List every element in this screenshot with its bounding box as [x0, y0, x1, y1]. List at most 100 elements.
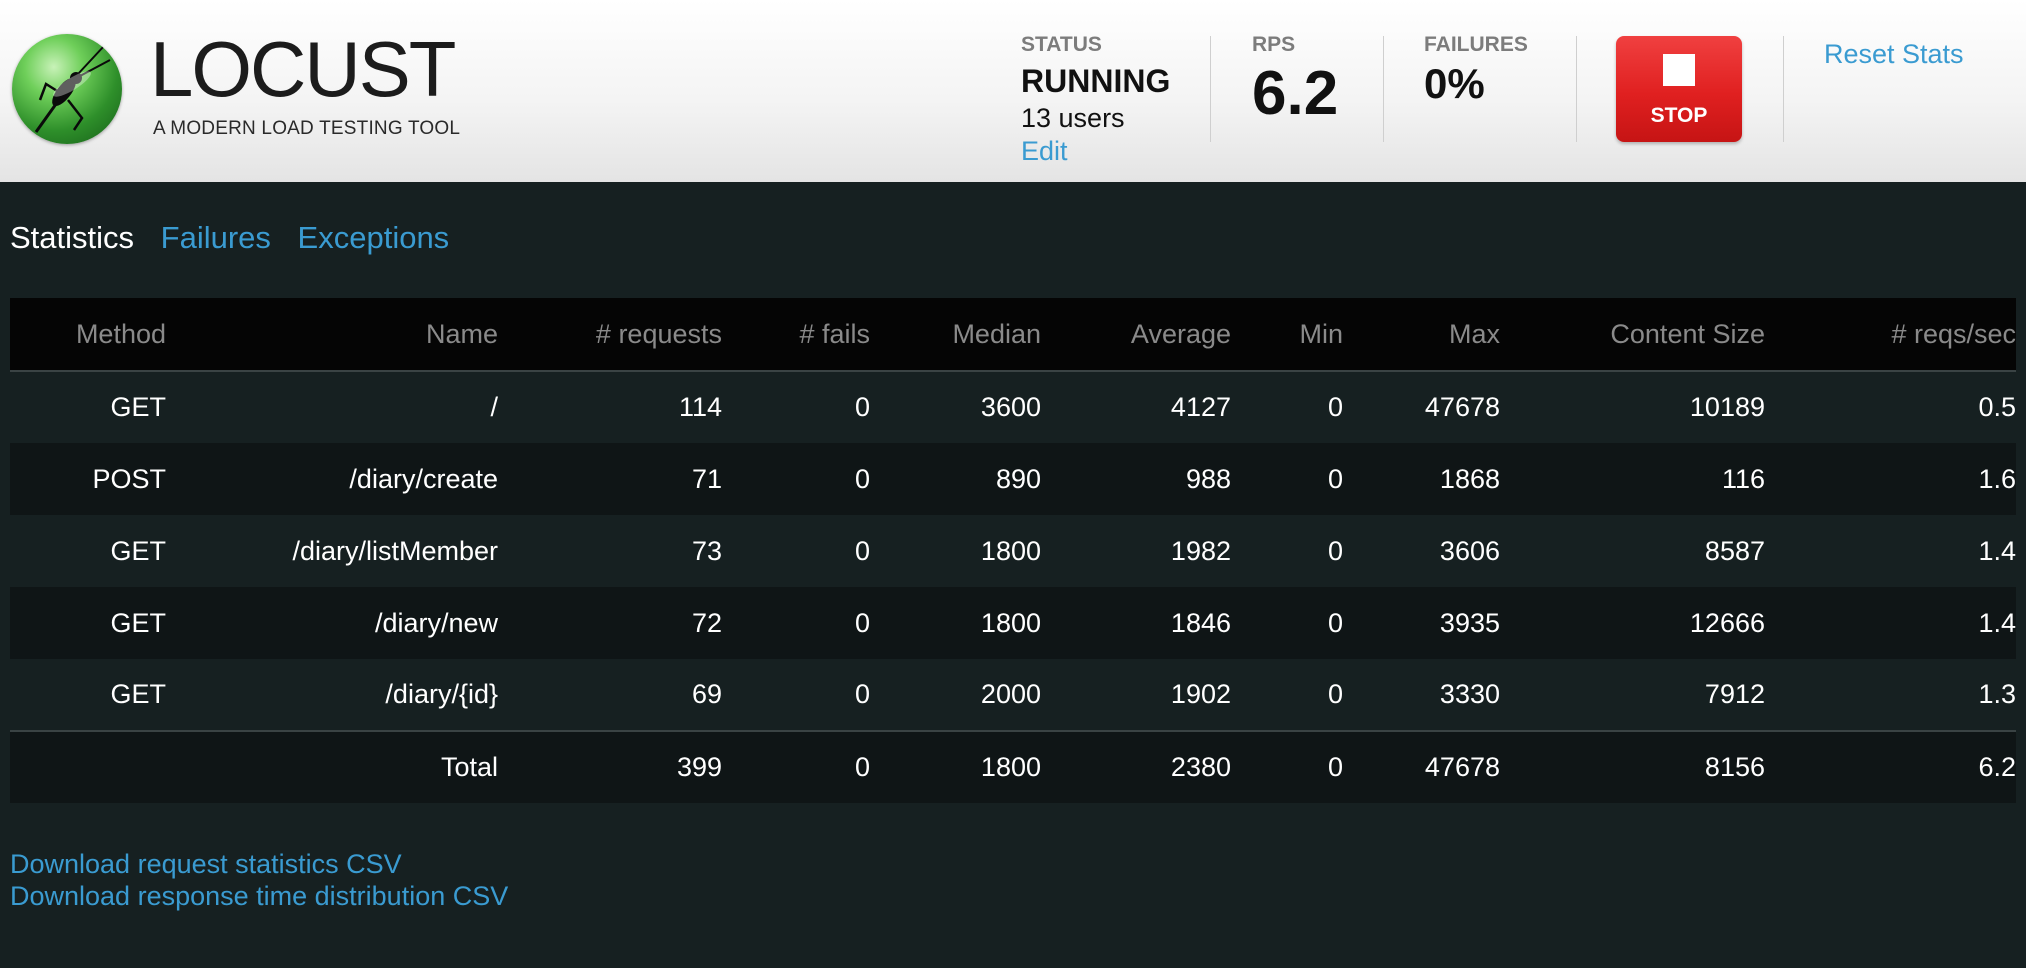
column-header-name[interactable]: Name	[166, 298, 498, 372]
header-divider	[1210, 36, 1211, 142]
header-divider	[1783, 36, 1784, 142]
column-header-method[interactable]: Method	[10, 298, 166, 372]
column-header-content-size[interactable]: Content Size	[1500, 298, 1765, 372]
cell-method: GET	[110, 679, 166, 709]
cell-min: 0	[1327, 392, 1343, 422]
cell-average: 988	[1185, 463, 1231, 494]
cell-fails: 0	[854, 535, 870, 566]
table-row: GET /diary/new 72 0 1800 1846 0 3935 126…	[10, 587, 2016, 659]
cell-content-size: 10189	[1689, 392, 1765, 422]
cell-reqs-per-sec: 1.6	[1978, 463, 2016, 494]
column-header-max[interactable]: Max	[1343, 298, 1500, 372]
total-method	[10, 730, 166, 803]
tab-bar: Statistics Failures Exceptions	[10, 220, 467, 256]
reset-stats-link[interactable]: Reset Stats	[1824, 39, 1964, 70]
total-median: 1800	[870, 730, 1041, 803]
cell-content-size: 8587	[1704, 535, 1765, 566]
logo-text: LOCUST	[150, 25, 456, 113]
rps-label: RPS	[1252, 33, 1296, 56]
failures-box: FAILURES 0%	[1424, 34, 1528, 105]
cell-content-size: 7912	[1704, 679, 1765, 709]
cell-min: 0	[1327, 607, 1343, 638]
stop-icon	[1663, 54, 1695, 86]
total-label: Total	[166, 730, 498, 803]
download-request-stats-link[interactable]: Download request statistics CSV	[10, 848, 508, 880]
cell-average: 1982	[1170, 535, 1231, 566]
status-value: RUNNING	[1021, 63, 1171, 99]
total-min: 0	[1231, 730, 1343, 803]
cell-content-size: 116	[1721, 463, 1765, 494]
cell-method: POST	[92, 463, 166, 494]
cell-method: GET	[110, 535, 166, 566]
table-row: GET / 114 0 3600 4127 0 47678 10189 0.5	[10, 371, 2016, 443]
stop-label: STOP	[1650, 104, 1708, 127]
cell-max: 3935	[1439, 607, 1500, 638]
cell-min: 0	[1327, 535, 1343, 566]
total-max: 47678	[1343, 730, 1500, 803]
cell-max: 3330	[1439, 679, 1500, 709]
header: LOCUST A MODERN LOAD TESTING TOOL STATUS…	[0, 0, 2026, 182]
column-header-average[interactable]: Average	[1041, 298, 1231, 372]
cell-fails: 0	[854, 392, 870, 422]
cell-min: 0	[1327, 679, 1343, 709]
cell-median: 890	[995, 463, 1041, 494]
table-total-row: Total 399 0 1800 2380 0 47678 8156 6.2	[10, 730, 2016, 803]
cell-average: 1902	[1170, 679, 1231, 709]
cell-requests: 71	[691, 463, 722, 494]
rps-box: RPS 6.2	[1252, 34, 1338, 125]
user-count: 13 users	[1021, 103, 1125, 133]
cell-min: 0	[1327, 463, 1343, 494]
table-row: GET /diary/{id} 69 0 2000 1902 0 3330 79…	[10, 659, 2016, 731]
column-header-min[interactable]: Min	[1231, 298, 1343, 372]
table-row: GET /diary/listMember 73 0 1800 1982 0 3…	[10, 515, 2016, 587]
cell-median: 3600	[980, 392, 1041, 422]
edit-link[interactable]: Edit	[1021, 138, 1068, 165]
status-box: STATUS RUNNING 13 users Edit	[1021, 34, 1170, 165]
cell-name: /	[490, 392, 498, 422]
total-fails: 0	[722, 730, 870, 803]
cell-reqs-per-sec: 1.4	[1978, 607, 2016, 638]
cell-max: 1868	[1439, 463, 1500, 494]
download-links: Download request statistics CSV Download…	[10, 848, 508, 912]
cell-reqs-per-sec: 0.5	[1978, 392, 2016, 422]
tab-failures[interactable]: Failures	[161, 220, 271, 256]
table-row: POST /diary/create 71 0 890 988 0 1868 1…	[10, 443, 2016, 515]
status-label: STATUS	[1021, 33, 1102, 56]
cell-median: 2000	[980, 679, 1041, 709]
cell-requests: 114	[678, 392, 722, 422]
cell-average: 4127	[1170, 392, 1231, 422]
failures-value: 0%	[1424, 60, 1485, 107]
column-header-reqs-per-sec[interactable]: # reqs/sec	[1765, 298, 2016, 372]
cell-requests: 72	[691, 607, 722, 638]
total-requests: 399	[498, 730, 722, 803]
cell-reqs-per-sec: 1.3	[1978, 679, 2016, 709]
total-reqs-per-sec: 6.2	[1765, 730, 2016, 803]
column-header-median[interactable]: Median	[870, 298, 1041, 372]
total-content-size: 8156	[1500, 730, 1765, 803]
cell-reqs-per-sec: 1.4	[1978, 535, 2016, 566]
cell-method: GET	[110, 607, 166, 638]
cell-name: /diary/listMember	[292, 535, 498, 566]
column-header-fails[interactable]: # fails	[722, 298, 870, 372]
cell-requests: 69	[691, 679, 722, 709]
cell-fails: 0	[854, 607, 870, 638]
cell-max: 3606	[1439, 535, 1500, 566]
cell-name: /diary/{id}	[385, 679, 498, 709]
rps-value: 6.2	[1252, 59, 1339, 128]
cell-fails: 0	[854, 679, 870, 709]
cell-name: /diary/new	[374, 607, 498, 638]
locust-logo-icon	[12, 34, 122, 144]
tab-statistics[interactable]: Statistics	[10, 220, 134, 256]
cell-name: /diary/create	[349, 463, 498, 494]
logo-tagline: A MODERN LOAD TESTING TOOL	[153, 118, 461, 139]
cell-median: 1800	[980, 535, 1041, 566]
cell-fails: 0	[854, 463, 870, 494]
download-response-dist-link[interactable]: Download response time distribution CSV	[10, 880, 508, 912]
cell-median: 1800	[980, 607, 1041, 638]
total-average: 2380	[1041, 730, 1231, 803]
cell-average: 1846	[1170, 607, 1231, 638]
tab-exceptions[interactable]: Exceptions	[298, 220, 450, 256]
stop-button[interactable]: STOP	[1616, 36, 1742, 142]
column-header-requests[interactable]: # requests	[498, 298, 722, 372]
stats-table: Method Name # requests # fails Median Av…	[10, 298, 2016, 803]
